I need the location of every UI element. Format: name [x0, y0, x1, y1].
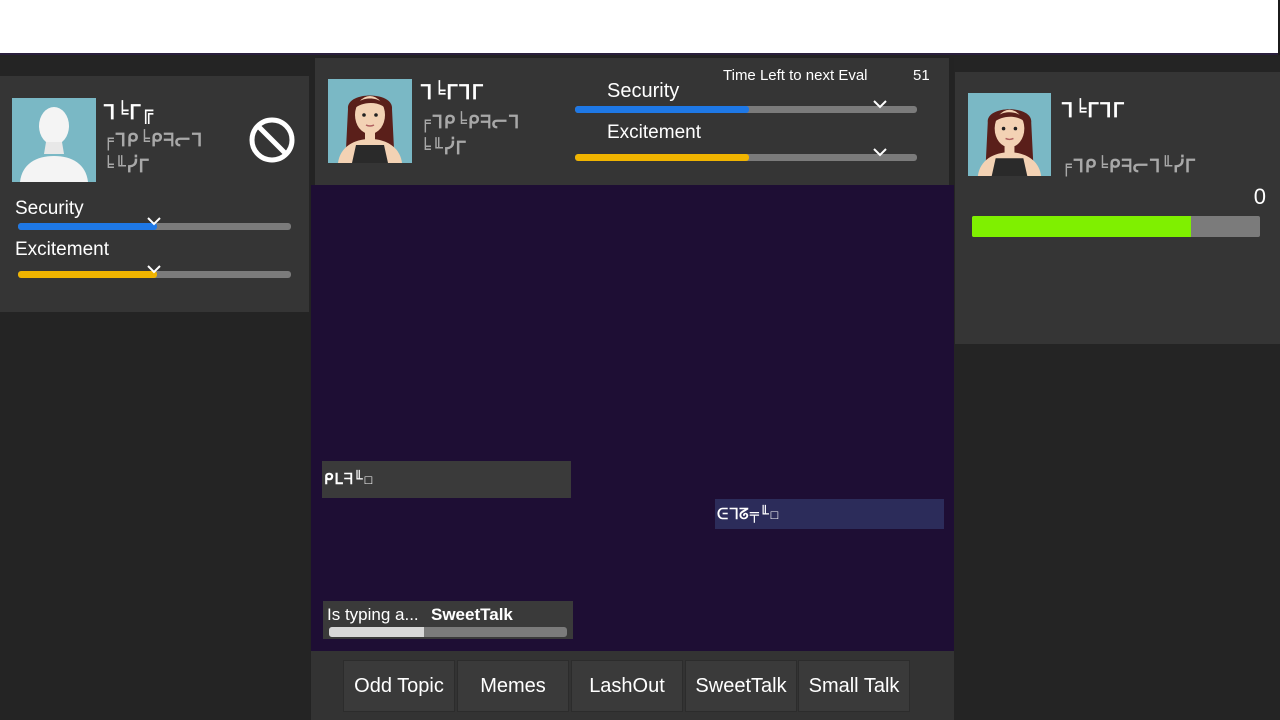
left-bio-line-1: ╒ᒣᑭ╘ᑭᖷᓕᒣ [103, 130, 204, 151]
eval-timer-value: 51 [913, 67, 930, 84]
center-excitement-bar [575, 154, 917, 161]
typing-indicator: Is typing a... SweetTalk [323, 601, 573, 639]
typing-progress-bar [329, 627, 567, 637]
center-excitement-label: Excitement [607, 122, 701, 143]
right-profile-bio: ╒ᒣᑭ╘ᑭᖷᓕᒣ╙ᓰᒥ [1061, 156, 1196, 177]
girl-avatar [328, 79, 412, 163]
odd-topic-button[interactable]: Odd Topic [343, 660, 455, 712]
score-value: 0 [1253, 184, 1266, 209]
chat-message-left: ᑭᒪᖷ╙☐ [322, 461, 571, 498]
chevron-down-icon [873, 148, 887, 157]
eval-timer-label: Time Left to next Eval [723, 67, 868, 84]
left-excitement-fill [18, 271, 158, 278]
right-profile-name: ᒣ╘ᒥᒣᒥ [1061, 98, 1125, 122]
conversation-header: ᒣ╘ᒥᒣᒥ ╒ᒣᑭ╘ᑭᖷᓕᒣ ╘╙ᓰᒥ Time Left to next Ev… [315, 58, 949, 185]
center-security-label: Security [607, 80, 680, 102]
silhouette-avatar [12, 98, 96, 182]
sweettalk-button[interactable]: SweetTalk [685, 660, 797, 712]
center-security-bar [575, 106, 917, 113]
memes-button[interactable]: Memes [457, 660, 569, 712]
typing-progress-fill [329, 627, 425, 637]
center-profile-bio: ╒ᒣᑭ╘ᑭᖷᓕᒣ ╘╙ᓰᒥ [420, 110, 580, 162]
relationship-progress-bar [972, 216, 1260, 237]
left-security-label: Security [15, 198, 84, 219]
small-talk-button[interactable]: Small Talk [798, 660, 910, 712]
left-profile-bio: ╒ᒣᑭ╘ᑭᖷᓕᒣ ╘╙ᓰᒥ [103, 128, 263, 180]
center-bio-line-2: ╘╙ᓰᒥ [420, 138, 467, 159]
typing-prefix: Is typing a... [327, 605, 419, 624]
relationship-progress-fill [972, 216, 1191, 237]
left-profile-card: ᒣ╘ᒥ╔ ╒ᒣᑭ╘ᑭᖷᓕᒣ ╘╙ᓰᒥ Security Excitement [0, 76, 309, 312]
chat-area[interactable] [311, 185, 954, 651]
chat-message-right: ᕮᒣᘔ╤╙☐ [715, 499, 944, 529]
chevron-down-icon [147, 265, 161, 274]
left-excitement-label: Excitement [15, 239, 109, 260]
left-security-fill [18, 223, 158, 230]
top-banner [0, 0, 1280, 55]
chevron-down-icon [873, 100, 887, 109]
girl-avatar [968, 93, 1051, 176]
typing-action: SweetTalk [431, 605, 513, 624]
center-excitement-fill [575, 154, 750, 161]
center-profile-name: ᒣ╘ᒥᒣᒥ [420, 80, 484, 104]
left-bio-line-2: ╘╙ᓰᒥ [103, 156, 150, 177]
center-security-fill [575, 106, 750, 113]
center-bio-line-1: ╒ᒣᑭ╘ᑭᖷᓕᒣ [420, 112, 521, 133]
left-profile-name: ᒣ╘ᒥ╔ [103, 100, 155, 124]
right-profile-card: ᒣ╘ᒥᒣᒥ ╒ᒣᑭ╘ᑭᖷᓕᒣ╙ᓰᒥ 0 [955, 72, 1280, 344]
lashout-button[interactable]: LashOut [571, 660, 683, 712]
chevron-down-icon [147, 217, 161, 226]
block-icon[interactable] [248, 116, 296, 164]
